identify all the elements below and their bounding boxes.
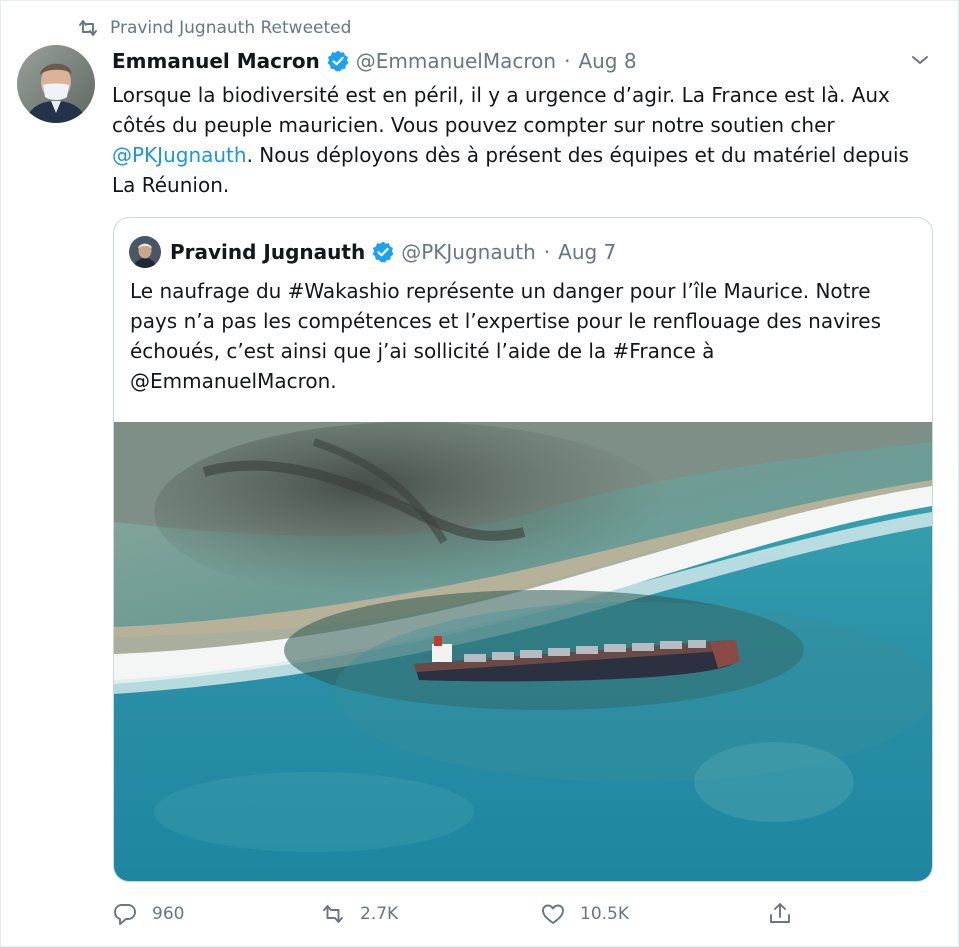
separator-dot: · — [543, 240, 551, 264]
shipwreck-aerial-photo[interactable] — [114, 422, 932, 881]
share-icon — [770, 903, 790, 923]
tweet-text-part: Lorsque la biodiversité est en péril, il… — [112, 83, 890, 137]
quoted-tweet-card[interactable]: Pravind Jugnauth @PKJugnauth · Aug 7 Le … — [113, 217, 933, 882]
avatar[interactable] — [17, 45, 95, 123]
quoted-tweet-header: Pravind Jugnauth @PKJugnauth · Aug 7 — [129, 236, 616, 268]
retweet-icon — [79, 20, 97, 36]
share-button[interactable] — [767, 898, 807, 930]
reply-button[interactable]: 960 — [112, 898, 184, 930]
separator-dot: · — [564, 49, 571, 73]
verified-badge-icon — [327, 50, 349, 72]
tweet-date[interactable]: Aug 8 — [578, 49, 636, 73]
retweet-context: Pravind Jugnauth Retweeted — [76, 16, 351, 40]
retweet-button[interactable]: 2.7K — [320, 898, 398, 930]
retweet-icon — [323, 905, 343, 923]
quoted-avatar-image — [129, 236, 161, 268]
like-button[interactable]: 10.5K — [540, 898, 629, 930]
quoted-author-handle[interactable]: @PKJugnauth — [401, 240, 536, 264]
tweet-actions: 960 2.7K 10.5K — [112, 898, 912, 930]
reply-icon — [114, 904, 136, 925]
tweet-text: Lorsque la biodiversité est en péril, il… — [112, 80, 932, 200]
chevron-down-icon[interactable] — [906, 46, 934, 74]
like-icon — [542, 904, 564, 924]
retweet-count: 2.7K — [360, 904, 399, 924]
quoted-avatar — [129, 236, 161, 268]
like-count: 10.5K — [580, 904, 629, 924]
verified-badge-icon — [372, 241, 394, 263]
author-name[interactable]: Emmanuel Macron — [112, 49, 320, 73]
quoted-tweet-date[interactable]: Aug 7 — [558, 240, 616, 264]
avatar-image — [17, 45, 95, 123]
mention-link[interactable]: @PKJugnauth — [112, 143, 247, 167]
reply-count: 960 — [152, 904, 185, 924]
retweet-label[interactable]: Pravind Jugnauth Retweeted — [110, 18, 351, 38]
author-handle[interactable]: @EmmanuelMacron — [356, 49, 556, 73]
quoted-tweet-text: Le naufrage du #Wakashio représente un d… — [130, 279, 882, 393]
quoted-author-name[interactable]: Pravind Jugnauth — [170, 240, 365, 264]
tweet-header: Emmanuel Macron @EmmanuelMacron · Aug 8 — [112, 46, 637, 76]
